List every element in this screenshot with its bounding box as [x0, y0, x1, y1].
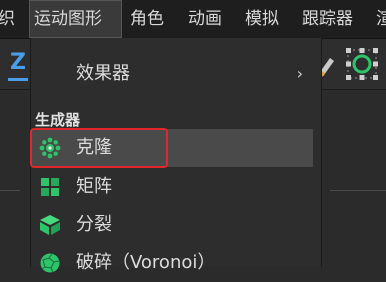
- spline-tool-icon[interactable]: [344, 46, 380, 82]
- menu-bar: 织 运动图形 角色 动画 模拟 跟踪器 渲: [0, 0, 386, 39]
- menu-item-simulate[interactable]: 模拟: [245, 0, 279, 38]
- menu-item-matrix-label: 矩阵: [76, 176, 112, 197]
- menu-item-partial-left[interactable]: 织: [0, 0, 15, 38]
- fracture-icon: [40, 215, 60, 235]
- z-axis-indicator: [8, 78, 28, 81]
- menu-item-matrix[interactable]: 矩阵: [31, 168, 313, 206]
- matrix-icon: [41, 178, 59, 196]
- menu-item-mograph[interactable]: 运动图形: [29, 0, 122, 38]
- divider-left: [0, 190, 20, 191]
- menu-item-partial-right[interactable]: 渲: [376, 0, 386, 38]
- section-header-generators: 生成器: [35, 111, 81, 129]
- selection-highlight-box: [30, 128, 168, 168]
- divider-right: [330, 190, 386, 191]
- submenu-arrow-icon: ›: [296, 64, 303, 83]
- menu-item-character[interactable]: 角色: [130, 0, 164, 38]
- menu-item-voronoi-label: 破碎（Voronoi）: [76, 252, 216, 273]
- menu-item-animate[interactable]: 动画: [188, 0, 222, 38]
- menu-item-tracker[interactable]: 跟踪器: [302, 0, 353, 38]
- menu-item-fracture-label: 分裂: [76, 214, 112, 235]
- menu-item-effector-label: 效果器: [76, 63, 130, 84]
- menu-item-fracture[interactable]: 分裂: [31, 206, 313, 244]
- voronoi-icon: [40, 253, 60, 273]
- menu-item-effector[interactable]: 效果器 ›: [31, 55, 313, 93]
- z-axis-label[interactable]: Z: [10, 50, 26, 75]
- menu-item-voronoi-fracture[interactable]: 破碎（Voronoi）: [31, 244, 313, 282]
